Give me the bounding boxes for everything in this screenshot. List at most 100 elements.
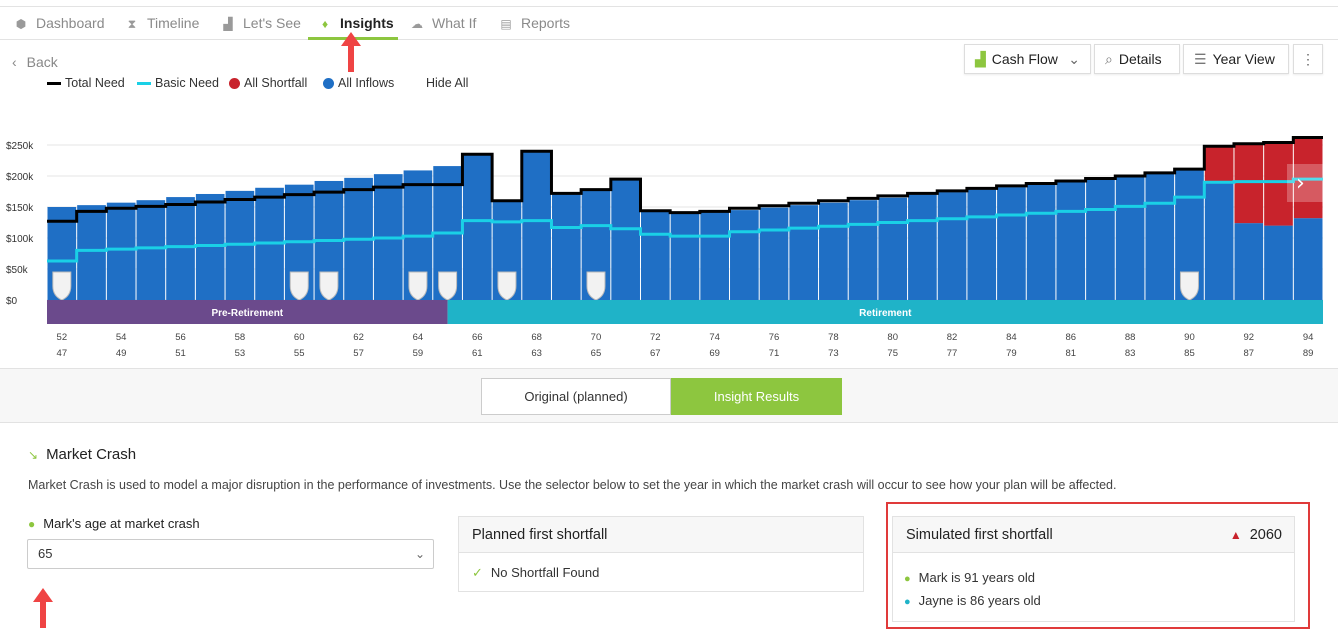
scenario-toggle-bar: Original (planned) Insight Results xyxy=(0,368,1338,423)
top-nav: ⬢ Dashboard ⧗ Timeline ▟ Let's See ♦ Insight… xyxy=(0,6,1338,40)
legend-hide-all[interactable]: Hide All xyxy=(426,76,468,90)
inflow-bar xyxy=(997,187,1026,300)
inflow-bar xyxy=(551,193,581,300)
original-planned-button[interactable]: Original (planned) xyxy=(481,378,671,415)
legend-basic-need[interactable]: Basic Need xyxy=(137,76,219,90)
inflow-bar xyxy=(1086,179,1115,300)
lightbulb-icon: ♦ xyxy=(321,17,329,31)
inflow-bar xyxy=(611,179,640,300)
market-crash-title: ↘ Market Crash xyxy=(28,446,136,463)
select-value: 65 xyxy=(38,546,53,561)
age-tick-label: 70 65 xyxy=(590,332,602,359)
legend-label: All Shortfall xyxy=(244,76,308,90)
legend-all-inflows[interactable]: All Inflows xyxy=(323,76,394,90)
age-tick-label: 82 77 xyxy=(946,332,958,359)
inflow-bar xyxy=(136,200,166,300)
cube-icon: ⬢ xyxy=(15,17,27,31)
insight-results-button[interactable]: Insight Results xyxy=(671,378,842,415)
inflow-bar xyxy=(522,151,551,300)
inflow-bar xyxy=(77,205,106,300)
year-view-label: Year View xyxy=(1212,51,1275,67)
next-arrow-bg xyxy=(1287,164,1323,202)
annotation-highlight-box xyxy=(886,502,1310,629)
year-view-button[interactable]: ☰ Year View xyxy=(1183,44,1289,74)
retirement-label: Retirement xyxy=(859,308,912,319)
hide-all-label: Hide All xyxy=(426,76,469,90)
inflow-bar xyxy=(462,154,492,300)
legend-label: Total Need xyxy=(65,76,125,90)
hourglass-icon: ⧗ xyxy=(127,17,137,31)
more-options-button[interactable]: ⋮ xyxy=(1293,44,1323,74)
age-tick-label: 54 49 xyxy=(115,332,127,359)
chevron-left-icon: ‹ xyxy=(55,171,64,196)
tab-what-if[interactable]: ☁ What If xyxy=(410,7,476,40)
legend-total-need[interactable]: Total Need xyxy=(47,76,125,90)
inflow-bar xyxy=(1056,182,1086,300)
trend-down-icon: ↘ xyxy=(28,448,39,462)
inflow-bar xyxy=(195,193,225,300)
chevron-down-icon: ⌄ xyxy=(414,547,425,561)
age-tick-label: 64 59 xyxy=(412,332,424,359)
inflow-bar xyxy=(700,211,730,300)
inflow-bar xyxy=(1204,182,1234,300)
tab-timeline[interactable]: ⧗ Timeline xyxy=(125,7,200,40)
shortfall-bar xyxy=(1204,146,1234,183)
legend-dot-swatch xyxy=(323,78,334,90)
event-marker xyxy=(1179,271,1199,301)
checkmark-icon: ✓ xyxy=(472,565,483,580)
pre-retirement-label: Pre-Retirement xyxy=(211,308,283,319)
age-tick-label: 72 67 xyxy=(650,332,661,359)
cash-flow-dropdown[interactable]: ▟ Cash Flow ⌄ xyxy=(964,44,1091,74)
details-label: Details xyxy=(1118,51,1162,67)
person-icon: ● xyxy=(28,517,36,531)
y-tick-label: $50k xyxy=(6,265,29,276)
inflow-bar xyxy=(908,194,937,300)
event-marker xyxy=(289,271,309,301)
scenario-icon: ☁ xyxy=(411,17,423,31)
document-icon: ▤ xyxy=(500,17,512,31)
age-tick-label: 60 55 xyxy=(293,332,305,359)
annotation-arrow-up xyxy=(33,588,53,628)
age-tick-label: 58 53 xyxy=(234,332,246,359)
crash-age-select[interactable]: 65 ⌄ xyxy=(27,539,434,569)
planned-shortfall-card: Planned first shortfall ✓ No Shortfall Fo… xyxy=(458,516,864,592)
age-tick-label: 94 89 xyxy=(1302,332,1314,359)
back-link[interactable]: ‹ Back xyxy=(12,54,58,70)
y-tick-label: $150k xyxy=(6,203,34,214)
tab-label: Insights xyxy=(340,15,394,31)
market-crash-description: Market Crash is used to model a major di… xyxy=(28,478,1117,492)
age-tick-label: 84 79 xyxy=(1006,332,1017,359)
planned-result: No Shortfall Found xyxy=(490,565,600,580)
chevron-down-icon: ⌄ xyxy=(1068,51,1080,67)
inflow-bar xyxy=(730,210,759,300)
age-tick-label: 74 69 xyxy=(709,332,720,359)
age-tick-label: 68 63 xyxy=(531,332,542,359)
inflow-bar xyxy=(1026,184,1056,300)
inflow-bar xyxy=(848,200,878,300)
bar-chart-icon: ▟ xyxy=(975,51,986,67)
details-button[interactable]: ⌕ Details xyxy=(1094,44,1180,74)
age-tick-label: 78 73 xyxy=(828,332,839,359)
tab-label: Let's See xyxy=(243,15,301,31)
tab-lets-see[interactable]: ▟ Let's See xyxy=(221,7,301,40)
tab-dashboard[interactable]: ⬢ Dashboard xyxy=(14,7,105,40)
inflow-bar xyxy=(1145,172,1175,300)
age-tick-label: 90 85 xyxy=(1184,332,1195,359)
y-tick-label: $200k xyxy=(6,172,34,183)
legend-dot-swatch xyxy=(229,78,240,90)
search-icon: ⌕ xyxy=(1105,51,1113,67)
age-tick-label: 76 71 xyxy=(768,332,780,359)
y-tick-label: $0 xyxy=(6,296,18,307)
inflow-bar xyxy=(1115,176,1145,300)
inflow-bar xyxy=(967,189,997,300)
legend-line-swatch xyxy=(137,82,151,86)
inflow-bar xyxy=(106,202,136,300)
legend-label: Basic Need xyxy=(155,76,219,90)
age-tick-label: 80 75 xyxy=(887,332,898,359)
legend-all-shortfall[interactable]: All Shortfall xyxy=(229,76,307,90)
inflow-bar xyxy=(640,210,670,300)
section-title: Market Crash xyxy=(46,446,137,463)
tab-reports[interactable]: ▤ Reports xyxy=(499,7,570,40)
age-tick-label: 62 57 xyxy=(353,332,364,359)
bar-chart-icon: ▟ xyxy=(223,17,233,31)
